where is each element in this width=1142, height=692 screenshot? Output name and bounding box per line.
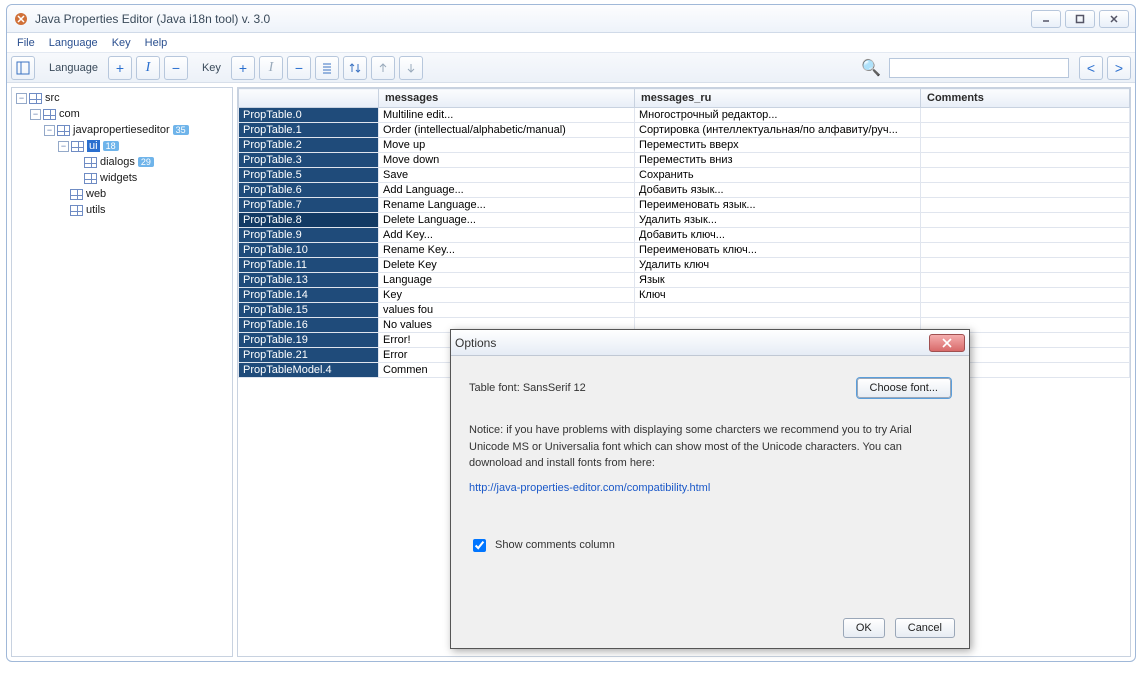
ok-button[interactable]: OK: [843, 618, 885, 638]
choose-font-button[interactable]: Choose font...: [857, 378, 952, 398]
show-comments-checkbox[interactable]: Show comments column: [469, 536, 951, 555]
cancel-button[interactable]: Cancel: [895, 618, 955, 638]
compatibility-link[interactable]: http://java-properties-editor.com/compat…: [469, 482, 951, 494]
dialog-overlay: Options Table font: SansSerif 12 Choose …: [0, 0, 1142, 692]
dialog-titlebar: Options: [451, 330, 969, 356]
dialog-close-button[interactable]: [929, 334, 965, 352]
show-comments-label: Show comments column: [495, 539, 615, 551]
options-dialog: Options Table font: SansSerif 12 Choose …: [450, 329, 970, 649]
font-label: Table font: SansSerif 12: [469, 382, 586, 394]
show-comments-input[interactable]: [473, 539, 486, 552]
dialog-title: Options: [455, 336, 496, 350]
dialog-notice-text: Notice: if you have problems with displa…: [469, 422, 951, 472]
